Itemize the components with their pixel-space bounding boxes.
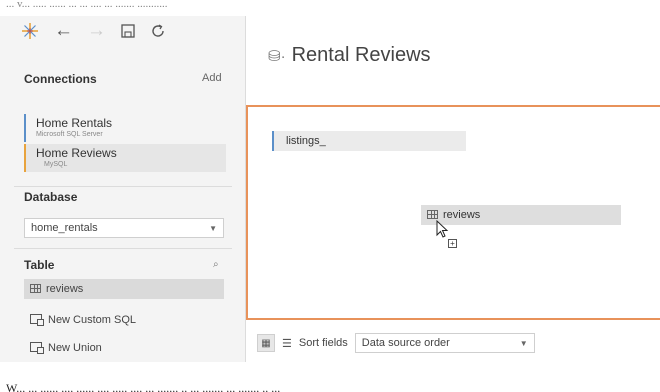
database-select[interactable]: home_rentals ▼	[24, 218, 224, 238]
search-icon[interactable]: ⌕	[213, 259, 219, 270]
back-arrow-icon[interactable]: ←	[54, 20, 73, 42]
chevron-down-icon: ▼	[209, 224, 217, 233]
connection-type: MySQL	[44, 161, 68, 168]
grid-view-button[interactable]: ▦	[257, 334, 275, 352]
tableau-logo-icon[interactable]	[20, 21, 40, 41]
drop-plus-icon: +	[448, 239, 457, 248]
refresh-icon[interactable]	[150, 23, 166, 39]
page-title[interactable]: Rental Reviews	[292, 44, 431, 67]
add-connection-link[interactable]: Add	[202, 72, 222, 84]
chevron-down-icon: ▼	[519, 339, 528, 348]
table-list-item[interactable]: reviews	[24, 279, 224, 299]
list-view-icon[interactable]: ☰	[282, 337, 292, 350]
table-grid-icon	[427, 210, 438, 219]
sidebar-divider	[14, 248, 232, 249]
connection-name: Home Reviews	[36, 146, 117, 160]
connection-name: Home Rentals	[36, 116, 113, 130]
connection-type: Microsoft SQL Server	[36, 131, 103, 138]
custom-sql-icon	[30, 314, 44, 326]
canvas-table-listings[interactable]: listings_	[272, 131, 466, 151]
new-custom-sql-label: New Custom SQL	[48, 314, 137, 326]
sidebar	[0, 16, 246, 362]
toolbar: ← →	[20, 20, 166, 42]
background-document-text-bottom: W... ... ...... .... ...... .... ..... .…	[6, 381, 281, 392]
sort-selected-value: Data source order	[361, 337, 450, 349]
sort-fields-label: Sort fields	[298, 337, 348, 349]
connection-item[interactable]: Home Reviews MySQL	[24, 144, 226, 172]
bottom-toolbar: ▦ ☰ Sort fields Data source order ▼	[257, 333, 535, 353]
table-item-label: reviews	[46, 283, 84, 295]
database-title: Database	[24, 190, 78, 204]
forward-arrow-icon[interactable]: →	[87, 20, 106, 42]
table-title: Table	[24, 258, 55, 272]
new-union-label: New Union	[48, 342, 102, 354]
connections-title: Connections	[24, 72, 97, 86]
mouse-cursor-icon	[436, 220, 449, 238]
union-icon	[30, 342, 44, 354]
save-icon[interactable]	[120, 23, 136, 39]
new-union-item[interactable]: New Union	[30, 342, 102, 354]
connection-item[interactable]: Home Rentals Microsoft SQL Server	[24, 114, 236, 142]
sort-fields-select[interactable]: Data source order ▼	[354, 333, 535, 353]
page-header: ⛁· Rental Reviews	[268, 44, 431, 67]
database-cylinder-icon: ⛁·	[268, 47, 286, 65]
canvas-table-reviews-dragging[interactable]: reviews	[421, 205, 621, 225]
table-grid-icon	[30, 284, 41, 293]
background-document-text-top: ... v... ..... ...... ... ... .... ... .…	[6, 0, 168, 10]
sidebar-divider	[14, 186, 232, 187]
new-custom-sql-item[interactable]: New Custom SQL	[30, 314, 136, 326]
database-selected-value: home_rentals	[31, 222, 98, 234]
